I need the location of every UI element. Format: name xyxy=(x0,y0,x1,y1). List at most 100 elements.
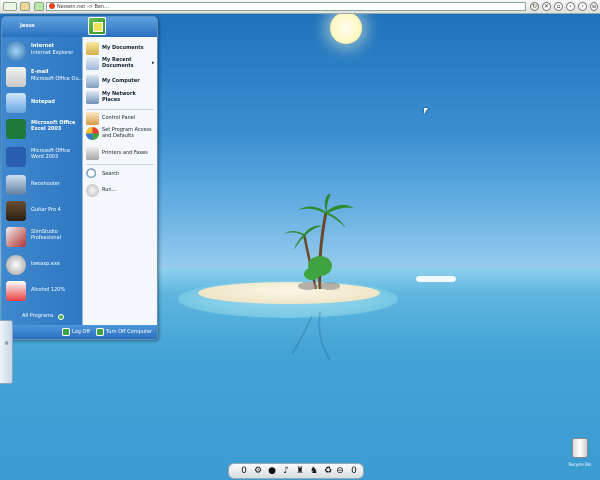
pinned-guitar-pro[interactable]: Guitar Pro 4 xyxy=(4,199,80,223)
home-icon[interactable]: ⌂ xyxy=(554,2,563,11)
user-avatar[interactable] xyxy=(88,17,106,35)
start-menu-header: Jesus xyxy=(2,17,157,37)
pinned-neoshooter[interactable]: Neoshooter xyxy=(4,173,80,197)
log-off-label: Log Off xyxy=(72,329,90,335)
pinned-title: Microsoft Office Excel 2003 xyxy=(31,120,76,132)
place-label: Search xyxy=(102,171,120,177)
place-program-access[interactable]: Set Program Access and Defaults xyxy=(86,127,156,143)
log-off-icon xyxy=(62,328,70,336)
control-panel-icon xyxy=(86,112,99,125)
place-run[interactable]: Run... xyxy=(86,184,156,198)
place-recent-documents[interactable]: My Recent Documents ▸ xyxy=(86,57,156,73)
email-icon xyxy=(6,67,26,87)
pinned-subtitle: Microsoft Office Ou... xyxy=(31,76,84,82)
all-programs-arrow-icon[interactable] xyxy=(58,314,64,320)
pinned-title: Notepad xyxy=(31,99,55,105)
dock-item-1-icon[interactable]: 0 xyxy=(239,466,249,477)
place-my-computer[interactable]: My Computer xyxy=(86,75,156,89)
excel-icon xyxy=(6,119,26,139)
forward-icon[interactable]: › xyxy=(578,2,587,11)
recycle-bin-icon[interactable]: Recycle Bin xyxy=(566,438,594,474)
palm-reflection xyxy=(291,312,331,361)
power-icon xyxy=(96,328,104,336)
dock-recycle-icon[interactable]: ♻ xyxy=(323,466,333,477)
dock-item-9-icon[interactable]: 0 xyxy=(349,466,359,477)
pinned-title: Guitar Pro 4 xyxy=(31,207,61,213)
side-tab-glyph: ≡ xyxy=(3,341,9,346)
start-menu: Jesus Internet Internet Explorer E-mail … xyxy=(1,16,158,340)
dock-eject-icon[interactable]: ⊖ xyxy=(335,466,345,477)
dock-user-icon[interactable]: ● xyxy=(267,466,277,477)
place-label: My Network Places xyxy=(102,91,136,103)
pinned-subtitle: Internet Explorer xyxy=(31,50,74,56)
pinned-alcohol[interactable]: Alcohol 120% xyxy=(4,279,80,303)
pinned-title: Microsoft Office Word 2003 xyxy=(31,148,70,160)
place-network[interactable]: My Network Places xyxy=(86,91,156,107)
place-my-documents[interactable]: My Documents xyxy=(86,42,156,56)
place-control-panel[interactable]: Control Panel xyxy=(86,112,156,126)
network-places-icon xyxy=(86,91,99,104)
internet-explorer-icon xyxy=(6,41,26,61)
pinned-notepad[interactable]: Notepad xyxy=(4,91,80,115)
pinned-title: Alcohol 120% xyxy=(31,287,66,293)
pinned-title: tweaxp.exe xyxy=(31,261,60,267)
menu-icon[interactable]: ≡ xyxy=(590,2,598,11)
pinned-email[interactable]: E-mail Microsoft Office Ou... xyxy=(4,65,84,89)
back-icon[interactable]: ‹ xyxy=(566,2,575,11)
place-label: Printers and Faxes xyxy=(102,150,148,156)
my-documents-icon xyxy=(86,42,99,55)
pinned-tweaxp[interactable]: tweaxp.exe xyxy=(4,253,80,277)
pinned-title: Internet xyxy=(31,43,55,49)
turn-off-button[interactable]: Turn Off Computer xyxy=(96,327,156,337)
folder-button[interactable] xyxy=(3,2,17,11)
sun xyxy=(330,12,362,44)
divider xyxy=(86,164,154,165)
place-label: Run... xyxy=(102,187,117,193)
place-printers[interactable]: Printers and Faxes xyxy=(86,147,156,161)
submenu-arrow-icon: ▸ xyxy=(152,60,155,66)
tweaxp-icon xyxy=(6,255,26,275)
trash-icon xyxy=(572,438,588,458)
turn-off-label: Turn Off Computer xyxy=(106,329,153,335)
dock-bar: 0 ⚙ ● ♪ ♜ ♞ ♻ ⊖ 0 xyxy=(228,463,364,479)
browser-toolbar: Neowin.net -> Ben... ↻ ✕ ⌂ ‹ › ≡ xyxy=(0,0,600,14)
recycle-bin-label: Recycle Bin xyxy=(568,462,592,467)
side-panel-tab[interactable]: ≡ xyxy=(0,320,13,384)
place-search[interactable]: Search xyxy=(86,168,156,182)
pinned-title: E-mail xyxy=(31,69,49,75)
site-icon xyxy=(49,3,55,9)
pinned-internet[interactable]: Internet Internet Explorer xyxy=(4,39,80,63)
word-icon xyxy=(6,147,26,167)
dock-knight-icon[interactable]: ♞ xyxy=(309,466,319,477)
dock-tower-icon[interactable]: ♜ xyxy=(295,466,305,477)
refresh-icon[interactable]: ↻ xyxy=(530,2,539,11)
stop-icon[interactable]: ✕ xyxy=(542,2,551,11)
neoshooter-icon xyxy=(6,175,26,195)
log-off-button[interactable]: Log Off xyxy=(62,327,98,337)
pinned-title: Neoshooter xyxy=(31,181,60,187)
dock-settings-icon[interactable]: ⚙ xyxy=(253,466,263,477)
place-label: My Recent Documents xyxy=(102,57,134,69)
place-label: Set Program Access and Defaults xyxy=(102,127,152,139)
program-access-icon xyxy=(86,127,99,140)
pinned-excel[interactable]: Microsoft Office Excel 2003 xyxy=(4,117,80,141)
place-label: My Documents xyxy=(102,45,144,51)
all-programs-label[interactable]: All Programs xyxy=(22,313,54,319)
my-computer-icon xyxy=(86,75,99,88)
notepad-icon xyxy=(6,93,26,113)
address-text: Neowin.net -> Ben... xyxy=(57,4,109,10)
dock-music-icon[interactable]: ♪ xyxy=(281,466,291,477)
address-field[interactable]: Neowin.net -> Ben... xyxy=(46,2,526,11)
recent-documents-icon xyxy=(86,57,99,70)
pinned-word[interactable]: Microsoft Office Word 2003 xyxy=(4,145,80,169)
slimstudio-icon xyxy=(6,227,26,247)
pinned-title: SlimStudio Professional xyxy=(31,229,62,241)
guitar-pro-icon xyxy=(6,201,26,221)
user-name: Jesus xyxy=(20,23,35,29)
go-button[interactable] xyxy=(34,2,44,11)
pinned-slimstudio[interactable]: SlimStudio Professional xyxy=(4,225,80,249)
cloud xyxy=(416,276,456,282)
folder-icon[interactable] xyxy=(20,2,30,11)
divider xyxy=(86,109,154,110)
place-label: My Computer xyxy=(102,78,140,84)
